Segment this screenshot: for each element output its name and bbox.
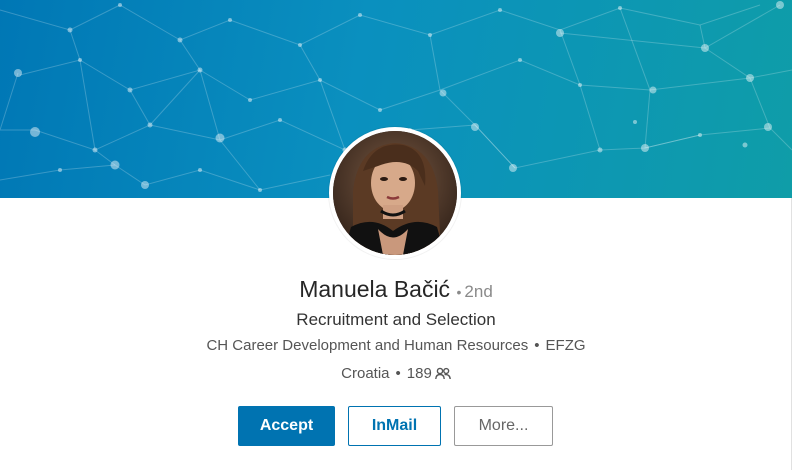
profile-headline: Recruitment and Selection <box>296 310 496 329</box>
profile-subline: CH Career Development and Human Resource… <box>0 337 792 354</box>
degree-label: 2nd <box>464 282 493 301</box>
inmail-button[interactable]: InMail <box>348 406 441 446</box>
more-button[interactable]: More... <box>454 406 553 446</box>
profile-card: Manuela Bačić • 2nd Recruitment and Selec… <box>0 0 792 470</box>
current-company[interactable]: CH Career Development and Human Resource… <box>206 337 528 354</box>
profile-photo[interactable] <box>329 127 461 259</box>
profile-photo-image <box>333 131 457 255</box>
connection-degree: • 2nd <box>457 282 493 301</box>
location: Croatia <box>341 365 390 382</box>
degree-separator: • <box>456 284 462 300</box>
profile-name: Manuela Bačić <box>299 276 451 302</box>
separator-dot: • <box>534 337 540 354</box>
profile-name-row: Manuela Bačić • 2nd <box>0 276 792 303</box>
people-icon <box>434 367 451 384</box>
profile-meta: Croatia • 189 <box>0 365 792 384</box>
separator-dot: • <box>395 365 401 382</box>
connections-count[interactable]: 189 <box>407 365 432 382</box>
education-school[interactable]: EFZG <box>546 337 586 354</box>
accept-button[interactable]: Accept <box>238 406 335 446</box>
